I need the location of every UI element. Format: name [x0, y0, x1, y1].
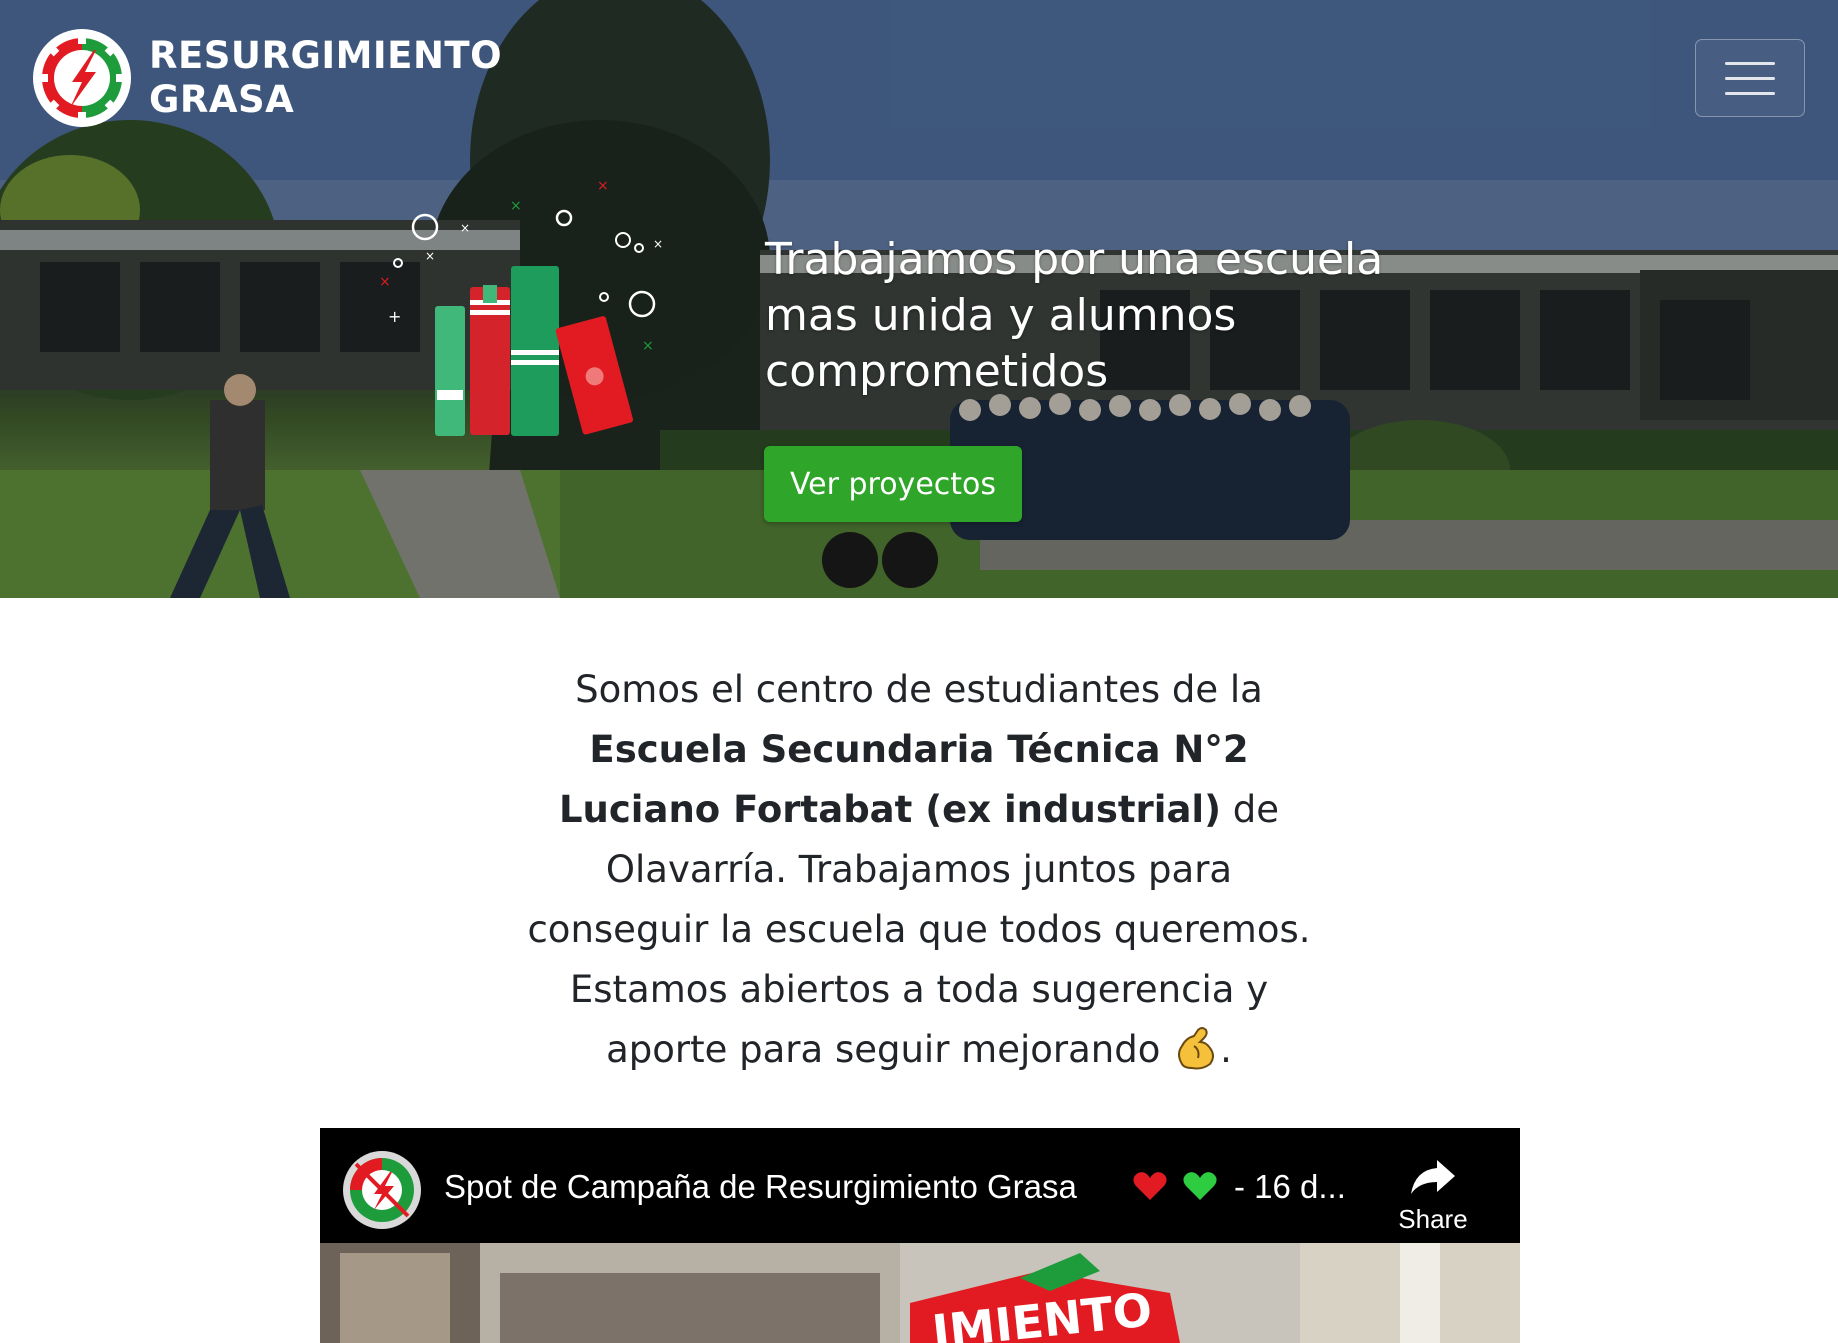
gear-lightning-logo-icon: [33, 29, 131, 127]
svg-text:×: ×: [642, 338, 654, 354]
brand-name: RESURGIMIENTO GRASA: [149, 34, 502, 122]
about-intro: Somos el centro de estudiantes de la: [575, 668, 1263, 711]
video-header: Spot de Campaña de Resurgimiento Grasa -…: [320, 1128, 1520, 1240]
hamburger-icon-bar: [1725, 91, 1775, 95]
navbar: RESURGIMIENTO GRASA: [0, 0, 1838, 140]
brand-line1: RESURGIMIENTO: [149, 34, 503, 77]
share-label: Share: [1398, 1204, 1468, 1234]
about-end: .: [1220, 1028, 1232, 1071]
view-projects-button[interactable]: Ver proyectos: [764, 446, 1022, 522]
svg-text:×: ×: [653, 237, 663, 251]
video-thumbnail[interactable]: IMIENTO: [320, 1243, 1520, 1343]
video-title-suffix: - 16 d...: [1234, 1168, 1346, 1205]
hamburger-icon: [1725, 61, 1775, 65]
channel-avatar[interactable]: [342, 1150, 422, 1230]
menu-toggle-button[interactable]: [1695, 39, 1805, 117]
svg-text:×: ×: [510, 198, 522, 214]
hero-section: × × + × × × × × RESURGIMIENTO GRASA Trab…: [0, 0, 1838, 598]
svg-text:×: ×: [460, 221, 470, 235]
school-name: Escuela Secundaria Técnica N°2 Luciano F…: [558, 728, 1249, 831]
books-illustration-icon: × × + × × × × ×: [379, 178, 663, 436]
flexed-biceps-icon: [1178, 1027, 1215, 1070]
brand-line2: GRASA: [149, 78, 295, 121]
share-arrow-icon: [1411, 1160, 1455, 1194]
svg-text:×: ×: [379, 274, 391, 290]
video-title-hearts: [1132, 1170, 1218, 1202]
svg-text:×: ×: [425, 249, 435, 263]
embedded-video[interactable]: Spot de Campaña de Resurgimiento Grasa -…: [320, 1128, 1520, 1343]
svg-text:+: +: [388, 307, 401, 326]
brand-link[interactable]: RESURGIMIENTO GRASA: [32, 28, 502, 128]
green-heart-icon: [1183, 1172, 1217, 1200]
video-title[interactable]: Spot de Campaña de Resurgimiento Grasa: [444, 1168, 1077, 1206]
hero-title: Trabajamos por una escuela mas unida y a…: [765, 234, 1384, 397]
red-heart-icon: [1133, 1172, 1167, 1200]
about-text: Somos el centro de estudiantes de la Esc…: [519, 660, 1319, 1080]
share-button[interactable]: Share: [1388, 1156, 1478, 1236]
hamburger-icon-bar: [1725, 76, 1775, 80]
svg-text:×: ×: [597, 178, 609, 194]
